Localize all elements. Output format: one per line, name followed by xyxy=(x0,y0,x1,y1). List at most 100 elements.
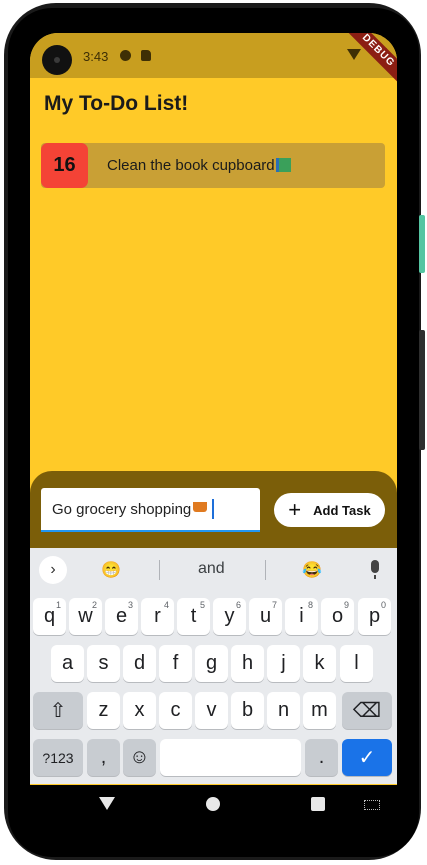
key-label: l xyxy=(354,652,359,674)
task-item[interactable]: 16 Clean the book cupboard xyxy=(41,143,385,188)
suggestion-word[interactable]: and xyxy=(198,560,225,578)
shift-icon: ⇧ xyxy=(49,700,67,722)
home-icon[interactable] xyxy=(206,797,220,811)
key-h[interactable]: h xyxy=(231,645,264,682)
key-label: n xyxy=(277,699,290,721)
recents-icon[interactable] xyxy=(311,797,325,811)
comma-key[interactable]: , xyxy=(87,739,120,776)
on-screen-keyboard: › 😁 and 😂 q1 w2 e3 r4 t5 y6 u7 i8 o9 p0 … xyxy=(30,548,397,784)
key-b[interactable]: b xyxy=(231,692,264,729)
notification-icon xyxy=(120,50,131,61)
key-number-hint: 3 xyxy=(127,600,133,610)
key-label: p xyxy=(368,605,381,627)
key-o[interactable]: o9 xyxy=(321,598,354,635)
key-label: , xyxy=(100,746,107,768)
key-label: h xyxy=(241,652,254,674)
back-icon[interactable] xyxy=(99,797,115,810)
key-number-hint: 8 xyxy=(307,600,313,610)
key-v[interactable]: v xyxy=(195,692,228,729)
key-g[interactable]: g xyxy=(195,645,228,682)
key-label: y xyxy=(224,605,235,627)
key-k[interactable]: k xyxy=(303,645,336,682)
emoji-icon: ☺ xyxy=(129,746,150,768)
backspace-icon: ⌫ xyxy=(352,700,382,722)
symbols-key[interactable]: ?123 xyxy=(33,739,83,776)
status-bar: 3:43 DEBUG xyxy=(30,33,397,89)
key-number-hint: 9 xyxy=(343,600,349,610)
emoji-key[interactable]: ☺ xyxy=(123,739,156,776)
key-number-hint: 5 xyxy=(199,600,205,610)
key-label: s xyxy=(98,652,109,674)
key-label: k xyxy=(314,652,325,674)
key-label: m xyxy=(311,699,328,721)
key-q[interactable]: q1 xyxy=(33,598,66,635)
chevron-right-icon[interactable]: › xyxy=(39,556,67,584)
key-u[interactable]: u7 xyxy=(249,598,282,635)
key-z[interactable]: z xyxy=(87,692,120,729)
suggestion-divider xyxy=(265,560,266,580)
key-label: c xyxy=(170,699,181,721)
key-label: q xyxy=(43,605,56,627)
key-label: d xyxy=(133,652,146,674)
microphone-icon[interactable] xyxy=(371,560,379,579)
key-j[interactable]: j xyxy=(267,645,300,682)
key-x[interactable]: x xyxy=(123,692,156,729)
key-i[interactable]: i8 xyxy=(285,598,318,635)
text-cursor xyxy=(212,499,214,519)
key-label: f xyxy=(172,652,179,674)
key-a[interactable]: a xyxy=(51,645,84,682)
check-icon: ✓ xyxy=(358,747,376,769)
status-time: 3:43 xyxy=(83,49,109,64)
key-f[interactable]: f xyxy=(159,645,192,682)
page-title: My To-Do List! xyxy=(44,92,189,115)
suggestion-emoji-laugh[interactable]: 😂 xyxy=(302,560,322,580)
key-p[interactable]: p0 xyxy=(358,598,391,635)
add-task-label: Add Task xyxy=(313,502,371,518)
shift-key[interactable]: ⇧ xyxy=(33,692,83,729)
task-number-badge: 16 xyxy=(41,143,88,188)
key-label: j xyxy=(281,652,286,674)
key-e[interactable]: e3 xyxy=(105,598,138,635)
suggestion-emoji-grin[interactable]: 😁 xyxy=(101,560,121,580)
task-input[interactable] xyxy=(41,488,260,532)
books-icon xyxy=(275,158,291,172)
key-label: i xyxy=(299,605,304,627)
backspace-key[interactable]: ⌫ xyxy=(342,692,392,729)
key-number-hint: 6 xyxy=(235,600,241,610)
key-s[interactable]: s xyxy=(87,645,120,682)
key-number-hint: 7 xyxy=(271,600,277,610)
key-number-hint: 2 xyxy=(91,600,97,610)
key-c[interactable]: c xyxy=(159,692,192,729)
key-l[interactable]: l xyxy=(340,645,373,682)
plus-icon: + xyxy=(288,497,302,522)
key-w[interactable]: w2 xyxy=(69,598,102,635)
suggestion-divider xyxy=(159,560,160,580)
sd-card-icon xyxy=(141,50,151,61)
key-label: z xyxy=(98,699,109,721)
key-t[interactable]: t5 xyxy=(177,598,210,635)
key-label: ?123 xyxy=(42,749,74,766)
keyboard-icon[interactable] xyxy=(364,800,380,810)
key-label: t xyxy=(190,605,197,627)
key-r[interactable]: r4 xyxy=(141,598,174,635)
key-label: o xyxy=(331,605,344,627)
camera-icon xyxy=(42,45,72,75)
add-task-button[interactable]: + Add Task xyxy=(274,493,385,527)
key-label: g xyxy=(205,652,218,674)
key-m[interactable]: m xyxy=(303,692,336,729)
key-y[interactable]: y6 xyxy=(213,598,246,635)
key-label: b xyxy=(241,699,254,721)
debug-banner: DEBUG xyxy=(340,33,397,89)
key-label: w xyxy=(78,605,93,627)
side-button-volume xyxy=(419,330,425,450)
key-d[interactable]: d xyxy=(123,645,156,682)
suggestion-bar: › 😁 and 😂 xyxy=(30,548,397,592)
space-key[interactable] xyxy=(160,739,301,776)
shopping-cart-icon xyxy=(193,502,207,512)
task-text: Clean the book cupboard xyxy=(107,157,291,174)
key-label: a xyxy=(61,652,74,674)
period-key[interactable]: . xyxy=(305,739,338,776)
key-label: r xyxy=(154,605,161,627)
enter-key[interactable]: ✓ xyxy=(342,739,392,776)
key-n[interactable]: n xyxy=(267,692,300,729)
